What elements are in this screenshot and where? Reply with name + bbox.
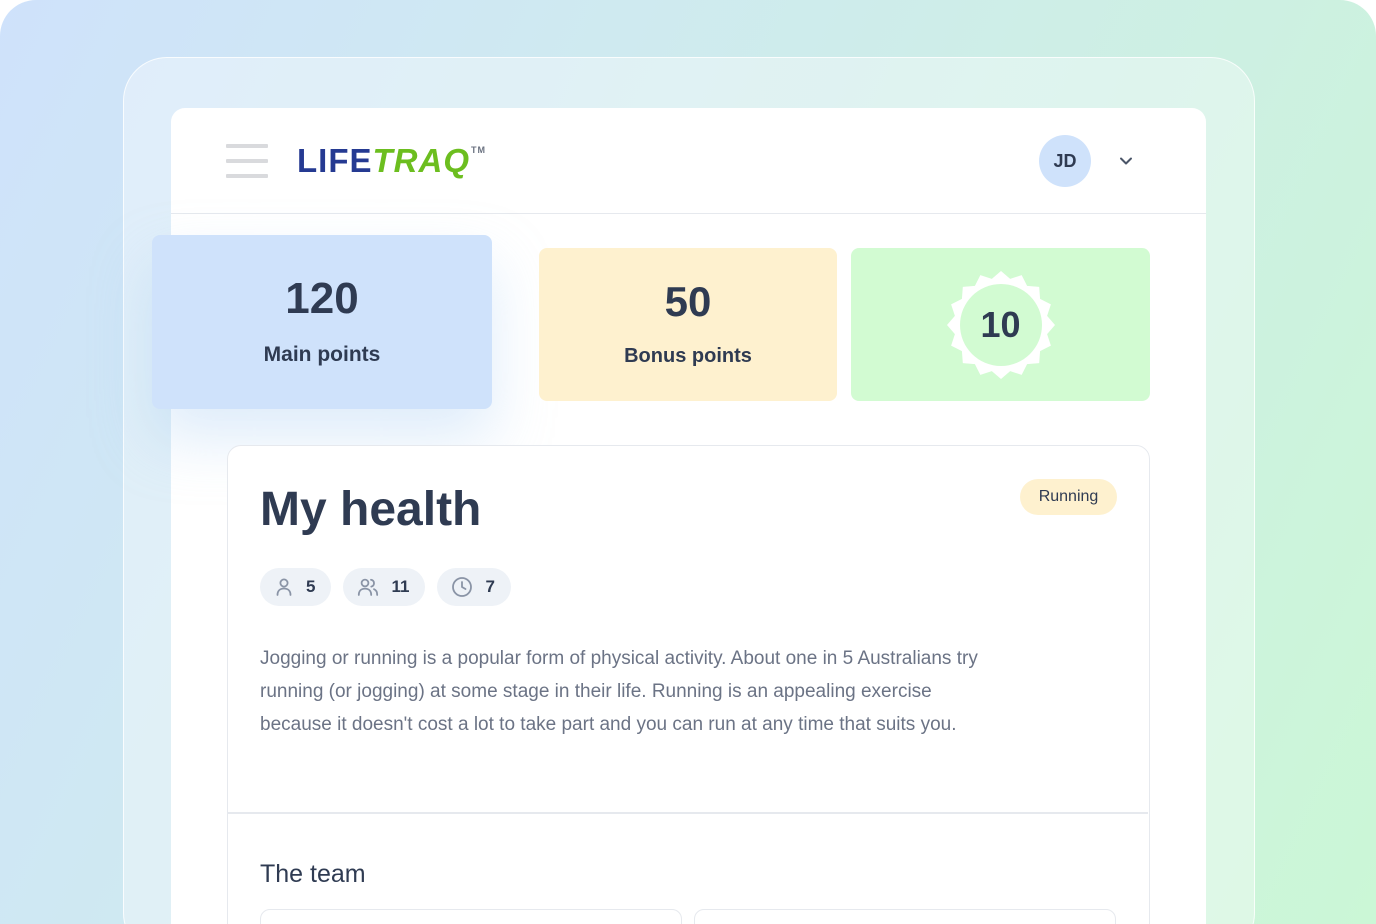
chevron-down-icon[interactable] [1116,151,1136,171]
description-text: Jogging or running is a popular form of … [260,648,978,735]
user-icon [276,578,292,596]
main-points-value: 120 [285,274,359,323]
hamburger-icon [226,144,268,148]
user-avatar[interactable]: JD [1039,135,1091,187]
bonus-points-card[interactable]: 50 Bonus points [539,248,837,401]
main-points-label: Main points [263,343,381,366]
team-section-title: The team [260,860,366,888]
badge-seal: 10 [945,269,1057,381]
clock-icon [452,577,473,597]
header: LIFE TRAQ TM JD [171,108,1206,214]
users-icon [358,578,379,596]
badge-card[interactable]: 10 [851,248,1150,401]
hamburger-menu-button[interactable] [226,144,268,178]
lifetraq-logo[interactable]: LIFE TRAQ TM [297,142,486,182]
team-member-card[interactable] [694,909,1116,924]
stat-participants[interactable]: 5 [260,568,332,606]
team-member-card[interactable] [260,909,682,924]
section-title: My health [260,483,482,536]
stat-team[interactable]: 11 [343,568,426,606]
status-badge[interactable]: Running [1020,479,1117,515]
divider [228,812,1148,814]
stat-time[interactable]: 7 [437,568,511,606]
my-health-card: My health Running 5 11 7 Jogging or runn… [227,445,1150,924]
stats-row: 5 11 7 [260,568,523,606]
bonus-points-value: 50 [664,278,712,325]
badge-value: 10 [980,303,1021,345]
main-points-card[interactable]: 120 Main points [152,235,492,409]
bonus-points-label: Bonus points [624,345,752,367]
